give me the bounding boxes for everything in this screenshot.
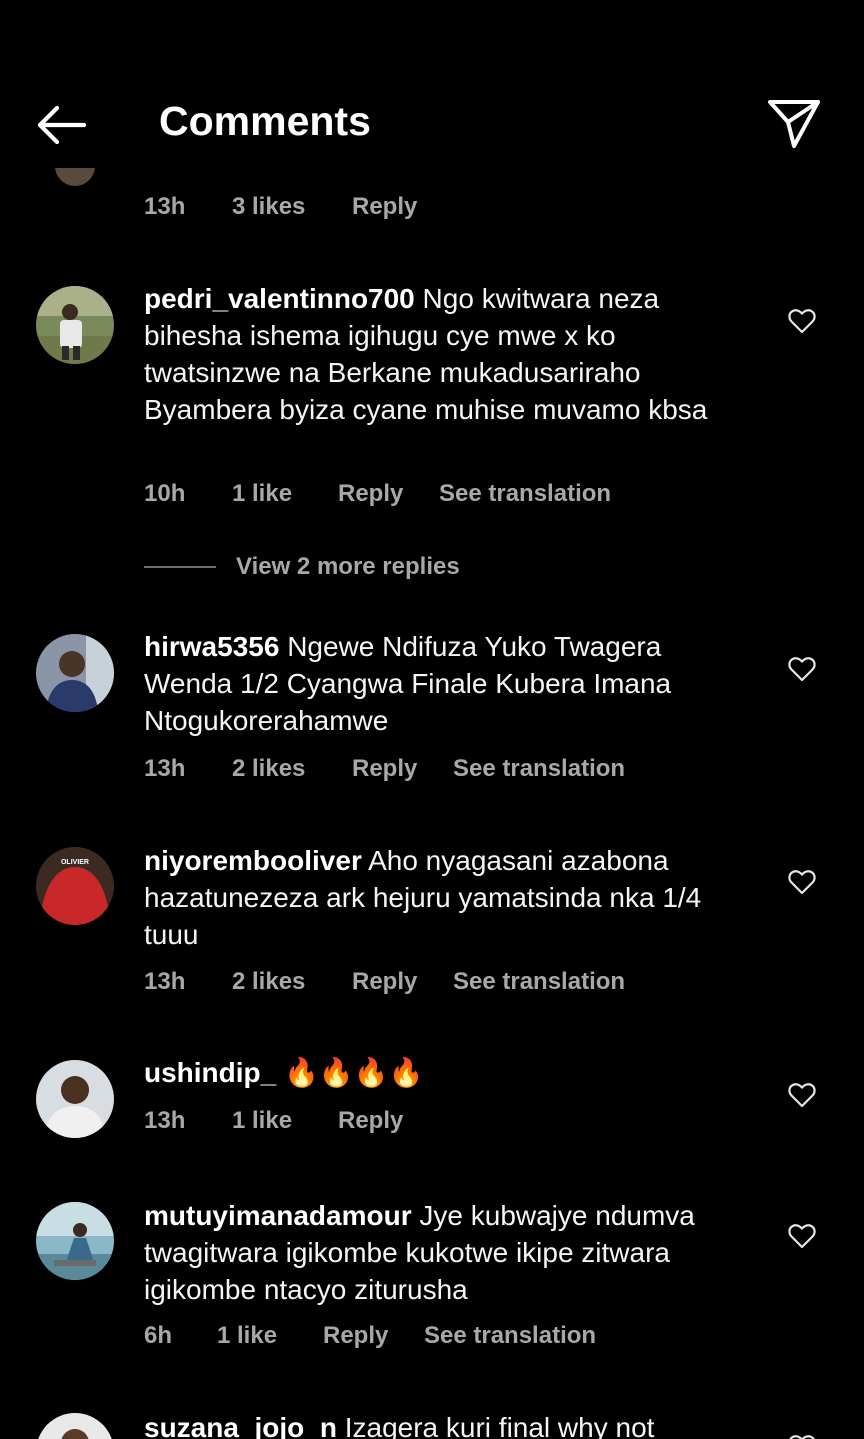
- comment-time: 13h: [144, 968, 186, 995]
- heart-icon[interactable]: [788, 1434, 816, 1439]
- comment-text: pedri_valentinno700 Ngo kwitwara neza bi…: [144, 280, 744, 428]
- reply-button[interactable]: Reply: [338, 480, 403, 508]
- avatar[interactable]: [36, 1060, 114, 1138]
- comment-time: 6h: [144, 1322, 173, 1349]
- comment-text: ushindip_ 🔥🔥🔥🔥: [144, 1054, 744, 1091]
- reply-button[interactable]: Reply: [352, 968, 417, 996]
- paper-plane-icon[interactable]: [764, 96, 824, 152]
- reply-button[interactable]: Reply: [338, 1107, 403, 1135]
- username[interactable]: ushindip_: [144, 1057, 276, 1088]
- avatar[interactable]: [36, 1202, 114, 1280]
- username[interactable]: pedri_valentinno700: [144, 283, 415, 314]
- heart-icon[interactable]: [788, 1082, 816, 1108]
- likes-count[interactable]: 3 likes: [232, 193, 305, 221]
- likes-count[interactable]: 1 like: [232, 480, 292, 508]
- comment-time: 10h: [144, 480, 186, 507]
- comment-time: 13h: [144, 755, 186, 782]
- avatar[interactable]: [36, 1413, 114, 1439]
- reply-button[interactable]: Reply: [323, 1322, 388, 1350]
- comment-text: niyorembooliver Aho nyagasani azabona ha…: [144, 842, 744, 953]
- heart-icon[interactable]: [788, 1223, 816, 1249]
- reply-button[interactable]: Reply: [352, 193, 417, 221]
- see-translation-button[interactable]: See translation: [453, 755, 625, 783]
- username[interactable]: mutuyimanadamour: [144, 1200, 412, 1231]
- likes-count[interactable]: 1 like: [232, 1107, 292, 1135]
- heart-icon[interactable]: [788, 308, 816, 334]
- comment-time: 13h: [144, 1107, 186, 1134]
- avatar[interactable]: OLIVIER: [36, 847, 114, 925]
- comments-screen: 13h 3 likes Reply pedri_valentinno700 Ng…: [0, 0, 864, 1439]
- top-app-bar: Comments: [0, 0, 864, 180]
- likes-count[interactable]: 2 likes: [232, 755, 305, 783]
- page-title: Comments: [159, 98, 371, 144]
- comment-text: mutuyimanadamour Jye kubwajye ndumva twa…: [144, 1197, 744, 1308]
- heart-icon[interactable]: [788, 869, 816, 895]
- view-more-replies-label[interactable]: View 2 more replies: [236, 553, 460, 581]
- username[interactable]: niyorembooliver: [144, 845, 362, 876]
- avatar[interactable]: [36, 286, 114, 364]
- likes-count[interactable]: 1 like: [217, 1322, 277, 1350]
- username[interactable]: hirwa5356: [144, 631, 279, 662]
- divider-line: [144, 566, 216, 568]
- comment-content: 🔥🔥🔥🔥: [284, 1057, 424, 1088]
- avatar[interactable]: [55, 168, 95, 188]
- comment-time: 13h: [144, 193, 186, 220]
- arrow-left-icon[interactable]: [30, 100, 92, 150]
- likes-count[interactable]: 2 likes: [232, 968, 305, 996]
- see-translation-button[interactable]: See translation: [453, 968, 625, 996]
- avatar[interactable]: [36, 634, 114, 712]
- see-translation-button[interactable]: See translation: [439, 480, 611, 508]
- heart-icon[interactable]: [788, 656, 816, 682]
- avatar-shirt-text: OLIVIER: [61, 859, 89, 866]
- reply-button[interactable]: Reply: [352, 755, 417, 783]
- username[interactable]: suzana_jojo_n: [144, 1412, 337, 1439]
- see-translation-button[interactable]: See translation: [424, 1322, 596, 1350]
- comment-text: hirwa5356 Ngewe Ndifuza Yuko Twagera Wen…: [144, 628, 744, 739]
- comment-text: suzana_jojo_n Izagera kuri final why not: [144, 1409, 744, 1439]
- comment-content: Izagera kuri final why not: [344, 1412, 655, 1439]
